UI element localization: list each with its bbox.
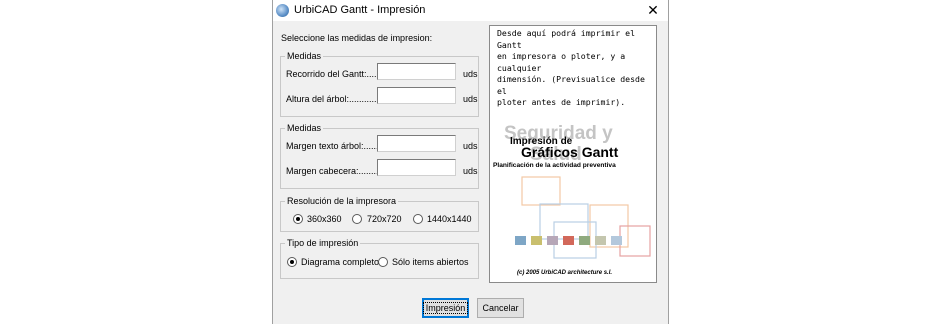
print-button[interactable]: Impresión: [422, 298, 469, 318]
margen-cabecera-unit: uds: [463, 166, 478, 176]
altura-label: Altura del árbol:................: [286, 94, 390, 104]
margen-cabecera-input[interactable]: [377, 159, 456, 176]
graphic-copyright: (c) 2005 UrbiCAD architecture s.l.: [517, 270, 612, 276]
graphic-subtitle: Planificación de la actividad preventiva: [493, 162, 616, 169]
color-square: [547, 236, 558, 245]
medidas-group-1: Medidas Recorrido del Gantt:......... ud…: [280, 51, 479, 117]
group-legend: Resolución de la impresora: [285, 196, 399, 206]
group-legend: Medidas: [285, 123, 324, 133]
outline-rect: [619, 225, 651, 257]
cancel-button[interactable]: Cancelar: [477, 298, 524, 318]
recorrido-label: Recorrido del Gantt:.........: [286, 69, 390, 79]
altura-unit: uds: [463, 94, 478, 104]
print-button-label: Impresión: [422, 302, 469, 314]
radio-diagrama-completo-label: Diagrama completo: [301, 257, 380, 267]
cancel-button-label: Cancelar: [482, 303, 519, 313]
radio-diagrama-completo[interactable]: [287, 257, 297, 267]
form-heading: Seleccione las medidas de impresion:: [281, 33, 433, 43]
color-square: [595, 236, 606, 245]
group-legend: Tipo de impresión: [285, 238, 361, 248]
color-square: [563, 236, 574, 245]
color-square: [531, 236, 542, 245]
group-legend: Medidas: [285, 51, 324, 61]
radio-solo-items-label: Sólo items abiertos: [392, 257, 469, 267]
resolution-group: Resolución de la impresora 360x360 720x7…: [280, 196, 479, 232]
window-title: UrbiCAD Gantt - Impresión: [294, 4, 426, 16]
margen-texto-label: Margen texto árbol:..........: [286, 141, 389, 151]
close-icon[interactable]: ✕: [638, 0, 668, 21]
color-square: [515, 236, 526, 245]
radio-720-label: 720x720: [367, 214, 402, 224]
outline-rect: [521, 176, 561, 206]
recorrido-unit: uds: [463, 69, 478, 79]
graphic-title-line2: Gráficos Gantt: [521, 144, 619, 160]
radio-720[interactable]: [352, 214, 362, 224]
margen-texto-input[interactable]: [377, 135, 456, 152]
margen-texto-unit: uds: [463, 141, 478, 151]
radio-1440-label: 1440x1440: [427, 214, 472, 224]
color-square: [579, 236, 590, 245]
print-graphic: Seguridad y Salud Impresión de Gráficos …: [493, 123, 651, 276]
info-panel: Desde aquí podrá imprimir el Gantt en im…: [489, 25, 657, 283]
radio-1440[interactable]: [413, 214, 423, 224]
color-squares: [515, 236, 622, 245]
print-dialog: UrbiCAD Gantt - Impresión ✕ Seleccione l…: [272, 0, 669, 324]
app-globe-icon: [276, 4, 289, 17]
medidas-group-2: Medidas Margen texto árbol:.......... ud…: [280, 123, 479, 189]
outline-rectangles: [521, 176, 651, 259]
color-square: [611, 236, 622, 245]
print-type-group: Tipo de impresión Diagrama completo Sólo…: [280, 238, 479, 279]
radio-360-label: 360x360: [307, 214, 342, 224]
altura-input[interactable]: [377, 87, 456, 104]
recorrido-input[interactable]: [377, 63, 456, 80]
radio-solo-items[interactable]: [378, 257, 388, 267]
radio-360[interactable]: [293, 214, 303, 224]
title-bar: UrbiCAD Gantt - Impresión ✕: [273, 0, 668, 21]
